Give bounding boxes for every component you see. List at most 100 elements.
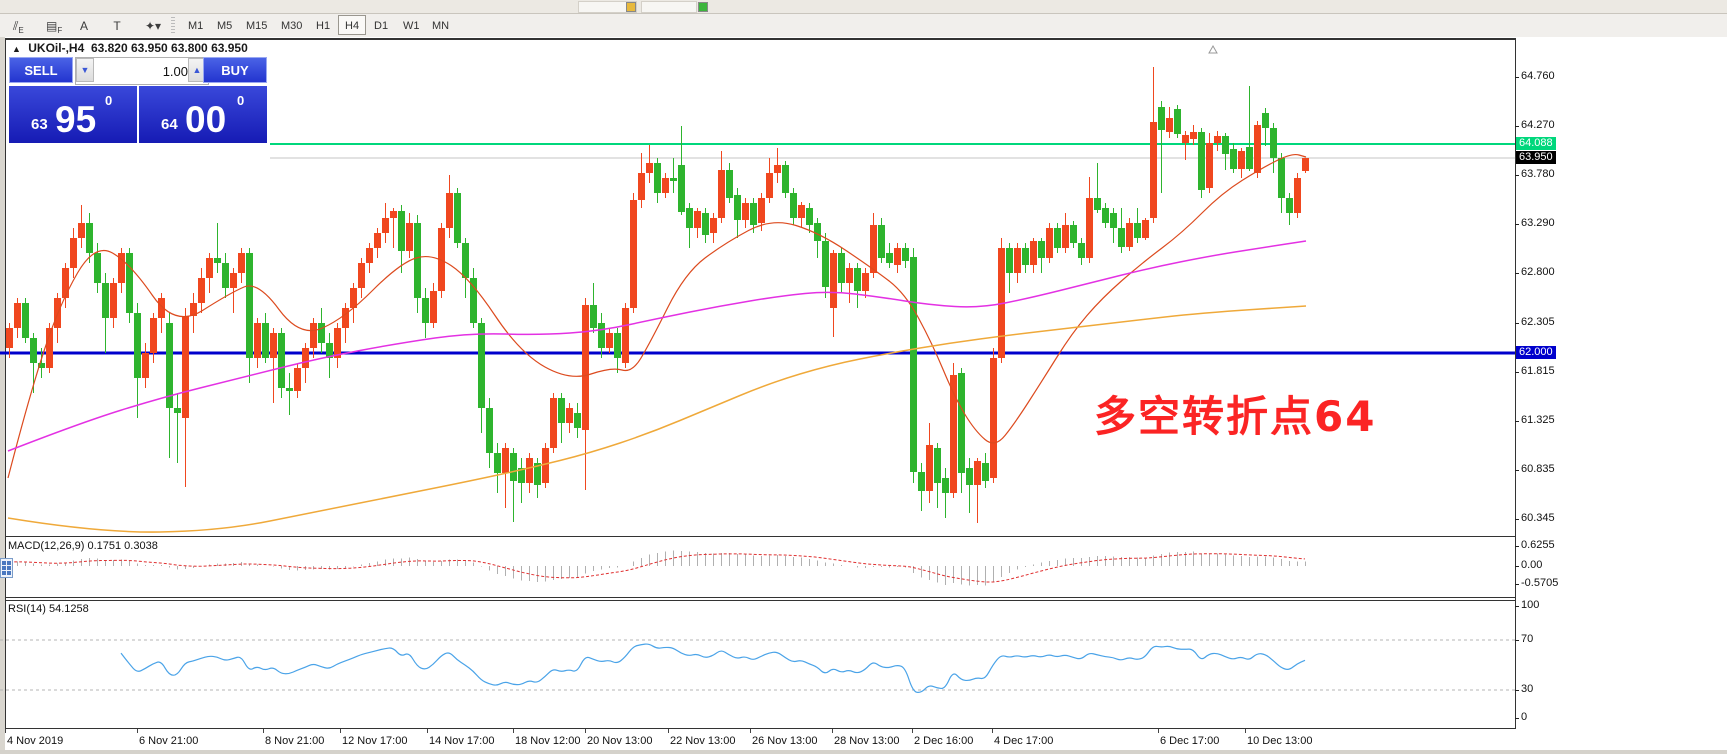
candle-body[interactable] [934,448,941,483]
timeframe-m30-button[interactable]: M30 [274,15,308,35]
candle-body[interactable] [1054,228,1061,248]
candle-body[interactable] [542,448,549,483]
candle-body[interactable] [558,398,565,423]
candle-body[interactable] [1214,136,1221,143]
rsi-pane[interactable] [0,600,1515,728]
candle-body[interactable] [430,291,437,323]
candle-body[interactable] [1174,109,1181,134]
candle-body[interactable] [526,458,533,483]
candle-body[interactable] [126,253,133,313]
candle-body[interactable] [142,353,149,378]
candle-body[interactable] [342,308,349,328]
candle-body[interactable] [1102,208,1109,223]
candle-body[interactable] [254,323,261,358]
candle-body[interactable] [830,253,837,308]
candle-body[interactable] [110,283,117,318]
candle-body[interactable] [1142,220,1149,238]
candle-body[interactable] [374,233,381,248]
candle-body[interactable] [630,200,637,308]
candle-body[interactable] [350,288,357,308]
candle-body[interactable] [1078,243,1085,258]
candle-body[interactable] [550,398,557,448]
candle-body[interactable] [622,308,629,363]
text-tool-button[interactable]: T [105,15,129,35]
candle-body[interactable] [902,248,909,261]
candle-body[interactable] [1006,248,1013,273]
candle-body[interactable] [278,333,285,388]
candle-body[interactable] [1134,223,1141,238]
candle-body[interactable] [1246,147,1253,169]
candle-body[interactable] [1294,178,1301,213]
candle-body[interactable] [446,193,453,228]
candle-body[interactable] [766,173,773,198]
candle-body[interactable] [470,278,477,323]
candle-body[interactable] [422,298,429,323]
autotrade-icon[interactable] [698,2,708,12]
candle-body[interactable] [638,173,645,200]
candle-body[interactable] [942,478,949,493]
candle-body[interactable] [1150,122,1157,218]
timeframe-m1-button[interactable]: M1 [181,15,209,35]
candle-body[interactable] [382,218,389,233]
candle-body[interactable] [1094,198,1101,210]
candle-body[interactable] [358,263,365,288]
chart-window[interactable]: ▲ UKOil-,H4 63.820 63.950 63.800 63.950 … [0,37,1727,754]
volume-decrease-button[interactable]: ▼ [76,58,94,82]
candle-body[interactable] [1126,223,1133,247]
candle-body[interactable] [102,283,109,318]
candle-body[interactable] [1038,241,1045,258]
candle-body[interactable] [982,463,989,481]
candle-body[interactable] [182,316,189,418]
candle-body[interactable] [598,323,605,348]
candle-body[interactable] [862,273,869,291]
candle-body[interactable] [1278,158,1285,198]
candle-body[interactable] [1118,228,1125,247]
candle-body[interactable] [606,333,613,348]
candle-body[interactable] [406,223,413,251]
candle-body[interactable] [198,278,205,303]
candle-body[interactable] [854,268,861,291]
candle-body[interactable] [1110,213,1117,228]
candle-body[interactable] [582,305,589,430]
candle-body[interactable] [670,178,677,181]
candle-body[interactable] [6,328,13,348]
candle-body[interactable] [1086,198,1093,258]
collapse-triangle-icon[interactable]: ▲ [12,44,21,54]
sell-price-display[interactable]: 63 95 0 [9,86,137,143]
candle-body[interactable] [270,333,277,358]
candle-body[interactable] [646,163,653,173]
candle-body[interactable] [1182,135,1189,143]
candle-body[interactable] [1270,128,1277,158]
candle-body[interactable] [62,268,69,298]
candle-body[interactable] [870,225,877,273]
candle-body[interactable] [222,263,229,288]
candle-body[interactable] [318,323,325,343]
candle-body[interactable] [230,273,237,288]
candle-body[interactable] [70,238,77,268]
candle-body[interactable] [742,203,749,220]
channels-tool-button[interactable]: ⫽E [6,15,31,35]
candle-body[interactable] [398,211,405,251]
candle-body[interactable] [14,303,21,328]
candle-body[interactable] [486,408,493,453]
candle-body[interactable] [782,165,789,193]
candle-body[interactable] [510,453,517,481]
candle-body[interactable] [1070,225,1077,243]
macd-pane[interactable] [0,537,1515,597]
candle-body[interactable] [686,208,693,228]
candle-body[interactable] [710,218,717,233]
candle-body[interactable] [1198,132,1205,190]
candle-body[interactable] [678,165,685,212]
candle-body[interactable] [702,213,709,235]
candle-body[interactable] [990,358,997,478]
top-strip-field-2[interactable] [641,1,697,13]
candle-body[interactable] [662,178,669,193]
candle-body[interactable] [838,253,845,283]
buy-button[interactable]: BUY [203,57,267,83]
candle-body[interactable] [1262,113,1269,128]
chart-profile-icon[interactable] [626,2,636,12]
candle-body[interactable] [758,198,765,223]
candle-body[interactable] [910,257,917,472]
sell-button[interactable]: SELL [9,57,73,83]
toolbar-grip[interactable] [171,17,175,33]
